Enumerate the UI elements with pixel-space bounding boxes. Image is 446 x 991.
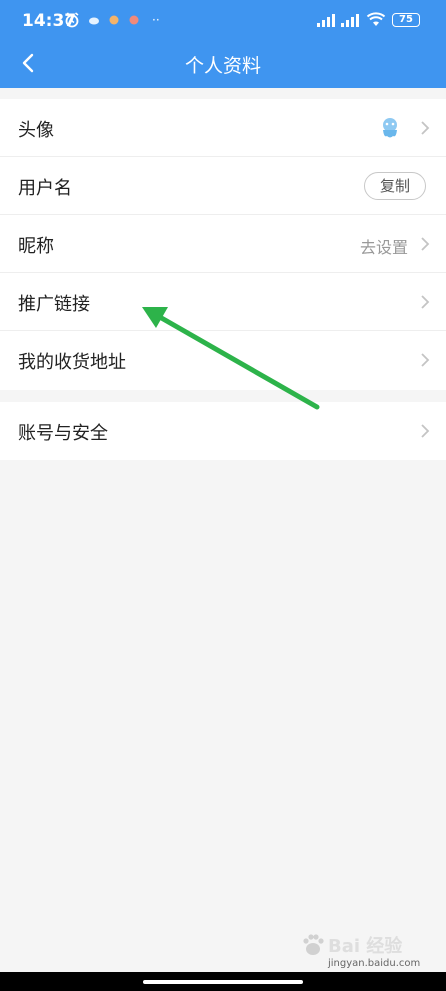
cloud-app-icon bbox=[88, 12, 100, 28]
nickname-value: 去设置 bbox=[359, 238, 408, 257]
watermark: Bai 经验 jingyan.baidu.com bbox=[300, 930, 420, 974]
page-title: 个人资料 bbox=[184, 55, 261, 77]
watermark-text: Bai 经验 bbox=[328, 936, 403, 957]
cell-signal-icon bbox=[340, 12, 360, 28]
row-username: 用户名 复制 bbox=[0, 157, 446, 215]
copy-button[interactable]: 复制 bbox=[364, 172, 426, 200]
cell-signal-icon bbox=[316, 12, 336, 28]
account-settings-group: 账号与安全 bbox=[0, 402, 446, 460]
chevron-right-icon bbox=[420, 236, 430, 252]
row-label: 我的收货地址 bbox=[18, 352, 126, 373]
nav-bar: 个人资料 bbox=[0, 40, 446, 88]
row-label: 推广链接 bbox=[18, 294, 90, 315]
watermark-url: jingyan.baidu.com bbox=[328, 958, 421, 969]
header-bar: 14:37 ·· 75 个人资料 bbox=[0, 0, 446, 88]
row-referral-link[interactable]: 推广链接 bbox=[0, 273, 446, 331]
profile-screen: 14:37 ·· 75 个人资料 头像 用户名 复制 昵称 去设置 推广链接 我… bbox=[0, 0, 446, 991]
system-nav-bar bbox=[0, 972, 446, 991]
wifi-icon bbox=[366, 12, 386, 28]
status-bar: 14:37 ·· 75 bbox=[0, 0, 446, 40]
app-notification-icon bbox=[108, 12, 120, 28]
chevron-right-icon bbox=[420, 120, 430, 136]
row-nickname[interactable]: 昵称 去设置 bbox=[0, 215, 446, 273]
alarm-icon bbox=[64, 12, 80, 28]
row-avatar[interactable]: 头像 bbox=[0, 99, 446, 157]
more-notifications-icon: ·· bbox=[152, 13, 160, 27]
row-label: 头像 bbox=[18, 120, 54, 141]
row-label: 账号与安全 bbox=[18, 423, 108, 444]
row-account-security[interactable]: 账号与安全 bbox=[0, 402, 446, 460]
row-shipping-address[interactable]: 我的收货地址 bbox=[0, 331, 446, 389]
paw-logo-icon bbox=[303, 934, 324, 955]
profile-settings-group: 头像 用户名 复制 昵称 去设置 推广链接 我的收货地址 bbox=[0, 99, 446, 390]
avatar bbox=[378, 116, 402, 140]
row-label: 昵称 bbox=[18, 236, 54, 257]
home-indicator[interactable] bbox=[143, 980, 303, 984]
chevron-right-icon bbox=[420, 352, 430, 368]
row-label: 用户名 bbox=[18, 178, 72, 199]
app-notification-icon bbox=[128, 12, 140, 28]
chevron-right-icon bbox=[420, 423, 430, 439]
battery-indicator: 75 bbox=[392, 13, 420, 27]
chevron-right-icon bbox=[420, 294, 430, 310]
